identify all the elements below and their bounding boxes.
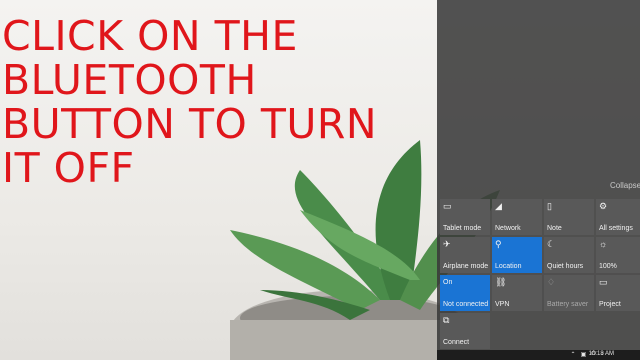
instruction-line: IT OFF <box>2 144 135 192</box>
vpn-tile[interactable]: ⛓ VPN <box>492 275 542 311</box>
project-icon: ▭ <box>599 277 608 287</box>
vpn-icon: ⛓ <box>495 277 507 287</box>
airplane-icon: ✈ <box>443 239 451 249</box>
network-icon: ◢ <box>495 201 502 211</box>
connect-tile[interactable]: ⧉ Connect <box>440 313 490 349</box>
instruction-line: CLICK ON THE <box>2 12 298 60</box>
tile-label: All settings <box>599 225 633 232</box>
note-icon: ▯ <box>547 201 552 211</box>
battery-saver-icon: ♢ <box>547 277 556 287</box>
tile-label: Note <box>547 225 562 232</box>
tile-label: Battery saver <box>547 301 589 308</box>
tile-label: 100% <box>599 263 617 270</box>
network-tile[interactable]: ◢ Network <box>492 199 542 235</box>
tablet-mode-tile[interactable]: ▭ Tablet mode <box>440 199 490 235</box>
all-settings-tile[interactable]: ⚙ All settings <box>596 199 640 235</box>
network-tray-icon[interactable]: ▣ <box>581 351 587 358</box>
moon-icon: ☾ <box>547 239 556 249</box>
location-icon: ⚲ <box>495 239 502 249</box>
brightness-icon: ☼ <box>599 239 608 249</box>
project-tile[interactable]: ▭ Project <box>596 275 640 311</box>
bluetooth-state: On <box>443 279 453 286</box>
chevron-up-icon[interactable]: ⌃ <box>571 351 576 358</box>
airplane-mode-tile[interactable]: ✈ Airplane mode <box>440 237 490 273</box>
tile-label: Not connected <box>443 301 489 308</box>
note-tile[interactable]: ▯ Note <box>544 199 594 235</box>
taskbar: ⌃ ▣ ⏻ ♪ 10:18 AM <box>437 350 640 360</box>
tile-label: Network <box>495 225 521 232</box>
instruction-line: BUTTON TO TURN <box>2 100 378 148</box>
tile-label: Connect <box>443 339 470 346</box>
action-center-panel: Collapse ▭ Tablet mode ◢ Network ▯ Note … <box>437 0 640 350</box>
tile-label: Tablet mode <box>443 225 482 232</box>
gear-icon: ⚙ <box>599 201 608 211</box>
battery-saver-tile[interactable]: ♢ Battery saver <box>544 275 594 311</box>
tile-label: Location <box>495 263 522 270</box>
instruction-text: CLICK ON THE BLUETOOTH BUTTON TO TURN IT… <box>2 14 442 190</box>
connect-icon: ⧉ <box>443 315 450 325</box>
tile-label: Project <box>599 301 621 308</box>
tile-label: VPN <box>495 301 510 308</box>
instruction-line: BLUETOOTH <box>2 56 257 104</box>
quiet-hours-tile[interactable]: ☾ Quiet hours <box>544 237 594 273</box>
collapse-button[interactable]: Collapse <box>610 181 640 190</box>
tablet-mode-icon: ▭ <box>443 201 452 211</box>
bluetooth-tile[interactable]: On Not connected <box>440 275 490 311</box>
tile-label: Airplane mode <box>443 263 489 270</box>
taskbar-clock[interactable]: 10:18 AM <box>589 351 614 357</box>
location-tile[interactable]: ⚲ Location <box>492 237 542 273</box>
tile-label: Quiet hours <box>547 263 584 270</box>
brightness-tile[interactable]: ☼ 100% <box>596 237 640 273</box>
